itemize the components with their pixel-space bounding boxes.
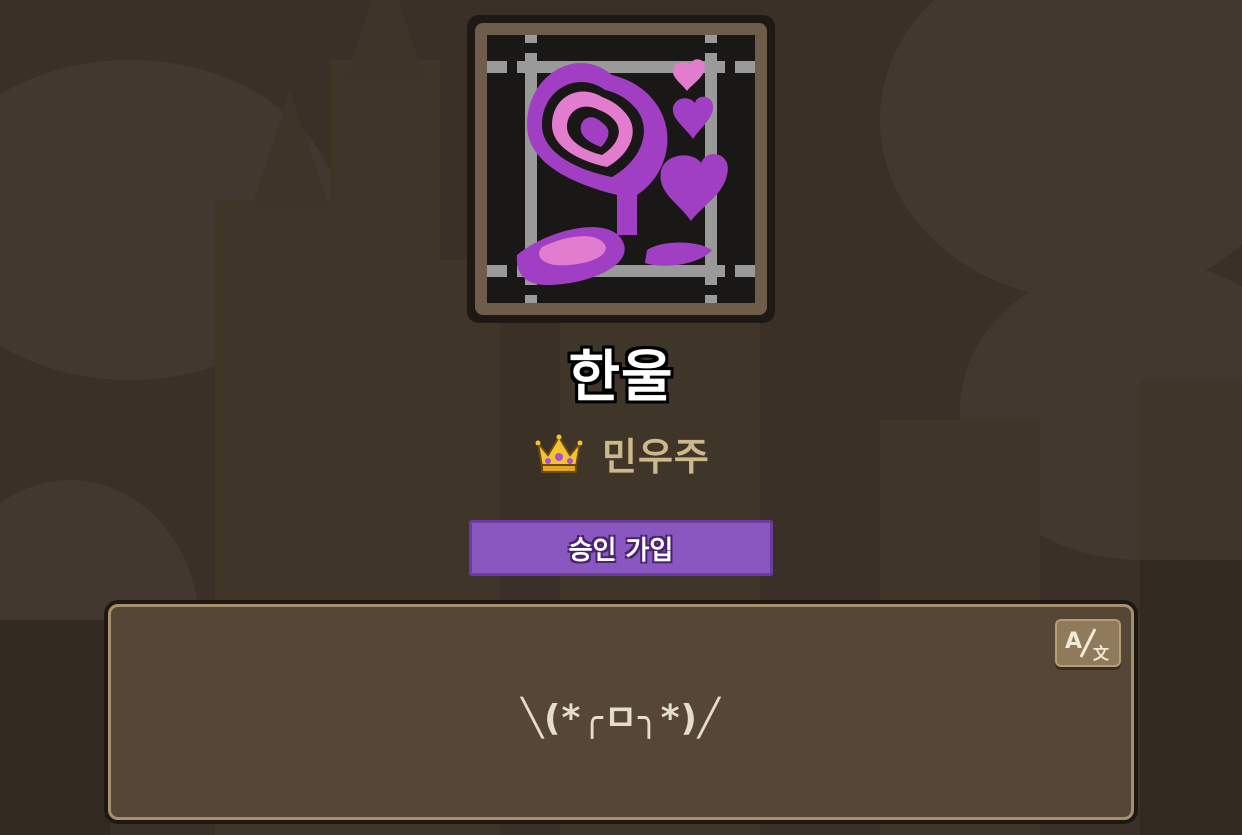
guild-introduction-panel: ╲(*╭ㅁ╮*)╱ A 文	[104, 600, 1138, 824]
guild-leader[interactable]: 민우주	[534, 428, 710, 479]
guild-introduction-text: ╲(*╭ㅁ╮*)╱	[521, 698, 721, 739]
join-type-label: 승인 가입	[568, 535, 674, 566]
crown-icon	[535, 434, 583, 473]
leader-name: 민우주	[602, 434, 710, 479]
translate-button[interactable]: A 文	[1055, 619, 1121, 667]
join-type-button[interactable]: 승인 가입	[469, 520, 773, 576]
svg-text:A: A	[1065, 629, 1082, 654]
guild-emblem	[467, 15, 775, 323]
svg-text:文: 文	[1093, 644, 1110, 663]
guild-name: 한울	[568, 345, 674, 410]
guild-emblem-hearts-icon	[487, 35, 755, 303]
translate-icon: A 文	[1065, 628, 1110, 663]
